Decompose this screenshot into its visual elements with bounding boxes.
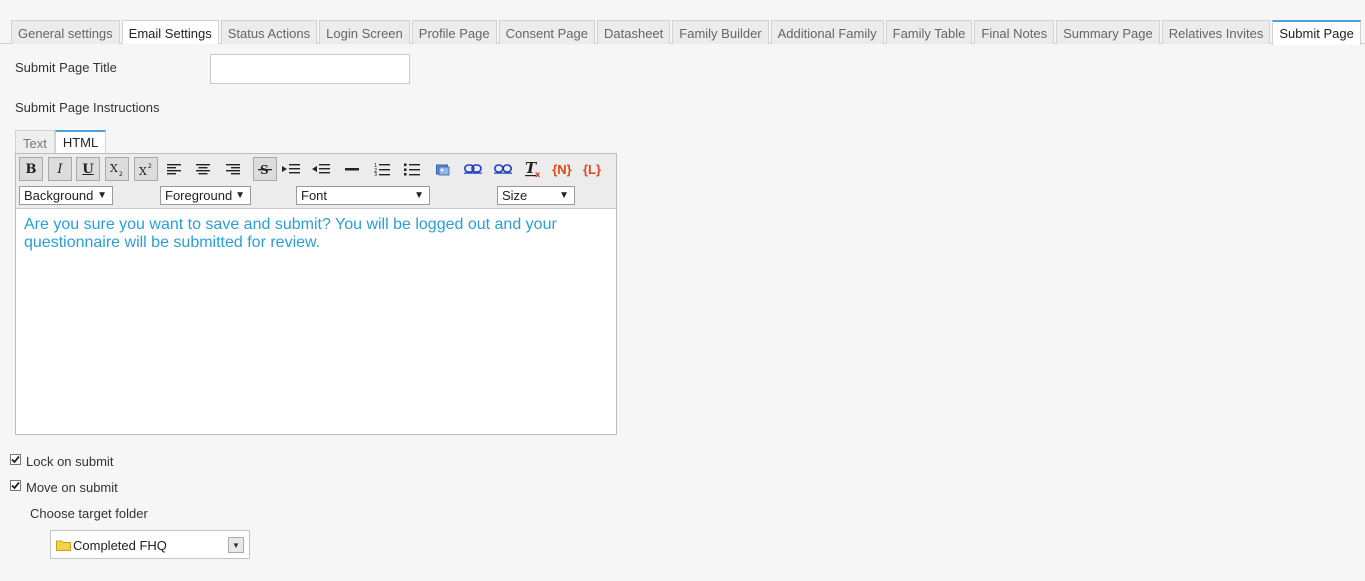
svg-text:2: 2 [119,171,123,177]
checkmark-icon [11,481,20,490]
image-icon [436,164,450,175]
font-dropdown-label: Font [301,188,328,203]
tab-consent-page[interactable]: Consent Page [498,20,596,44]
editor-content-area[interactable]: Are you sure you want to save and submit… [24,216,604,252]
clear-formatting-icon: Tx [525,160,541,178]
bold-button[interactable]: B [19,157,43,181]
outdent-icon [312,164,330,174]
font-family-dropdown[interactable]: Font ▼ [296,186,430,205]
unordered-list-button[interactable] [400,157,424,181]
align-left-icon [167,164,181,175]
move-on-submit-checkbox[interactable] [10,480,21,491]
svg-text:X: X [139,165,147,177]
insert-image-button[interactable] [431,157,455,181]
background-dropdown-label: Background [24,188,94,203]
svg-text:3: 3 [374,172,377,176]
align-right-button[interactable] [221,157,245,181]
indent-button[interactable] [279,157,303,181]
tab-status-actions[interactable]: Status Actions [220,20,318,44]
superscript-button[interactable]: X2 [134,157,158,181]
target-folder-value: Completed FHQ [73,538,167,553]
outdent-button[interactable] [309,157,333,181]
horizontal-rule-button[interactable] [340,157,364,181]
checkmark-icon [11,455,20,464]
folder-icon [56,540,71,551]
lock-on-submit-label: Lock on submit [26,454,114,469]
strikethrough-icon: S [258,163,272,177]
tabs-container: General settings Email Settings Status A… [11,20,1363,45]
tab-family-builder[interactable]: Family Builder [672,20,769,44]
target-folder-select[interactable]: Completed FHQ ▼ [50,530,250,559]
svg-text:2: 2 [148,163,152,170]
submit-page-title-label: Submit Page Title [15,60,117,75]
insert-link-button[interactable] [461,157,485,181]
ordered-list-button[interactable]: 123 [370,157,394,181]
unlink-button[interactable] [491,157,515,181]
ordered-list-icon: 123 [374,163,390,176]
font-size-dropdown[interactable]: Size ▼ [497,186,575,205]
horizontal-rule-icon [345,168,359,171]
settings-tab-bar: General settings Email Settings Status A… [0,0,1365,45]
tab-profile-page[interactable]: Profile Page [411,20,497,44]
tab-submit-page[interactable]: Submit Page [1272,20,1361,45]
unordered-list-icon [404,163,420,176]
dropdown-arrow-icon: ▼ [97,190,107,201]
submit-page-instructions-label: Submit Page Instructions [15,100,160,115]
tab-additional-family[interactable]: Additional Family [770,20,884,44]
tab-summary-page[interactable]: Summary Page [1056,20,1160,44]
superscript-icon: X2 [139,163,152,177]
tab-login-screen[interactable]: Login Screen [319,20,410,44]
italic-button[interactable]: I [48,157,72,181]
editor-toolbar: B I U X2 X2 S 123 T x {N} {L} Background… [16,154,616,209]
background-color-dropdown[interactable]: Background ▼ [19,186,113,205]
link-icon [464,164,482,174]
tab-email-settings[interactable]: Email Settings [121,20,219,44]
underline-button[interactable]: U [76,157,100,181]
tab-final-notes[interactable]: Final Notes [974,20,1055,44]
size-dropdown-label: Size [502,188,528,203]
svg-text:X: X [110,162,118,175]
align-right-icon [226,164,240,175]
move-on-submit-label: Move on submit [26,480,118,495]
dropdown-arrow-icon: ▼ [414,190,424,201]
strikethrough-button[interactable]: S [253,157,277,181]
indent-icon [282,164,300,174]
foreground-dropdown-label: Foreground [165,188,233,203]
tab-general-settings[interactable]: General settings [11,20,120,44]
choose-target-folder-label: Choose target folder [30,506,148,521]
insert-link-field-button[interactable]: {L} [579,157,605,181]
subscript-button[interactable]: X2 [105,157,129,181]
clear-formatting-button[interactable]: Tx [521,157,545,181]
tab-datasheet[interactable]: Datasheet [597,20,671,44]
svg-text:x: x [535,170,541,178]
tab-relatives-invites[interactable]: Relatives Invites [1161,20,1271,44]
editor-mode-tabs: Text HTML [15,130,107,154]
rich-text-editor: B I U X2 X2 S 123 T x {N} {L} Background… [15,153,617,435]
insert-name-field-button[interactable]: {N} [549,157,575,181]
submit-page-title-input[interactable] [210,54,410,84]
align-center-icon [196,164,210,175]
dropdown-arrow-icon: ▼ [235,190,245,201]
tab-family-table[interactable]: Family Table [885,20,973,44]
align-center-button[interactable] [191,157,215,181]
mode-tab-text[interactable]: Text [15,130,55,154]
align-left-button[interactable] [162,157,186,181]
foreground-color-dropdown[interactable]: Foreground ▼ [160,186,251,205]
mode-tab-html[interactable]: HTML [54,130,107,154]
lock-on-submit-checkbox[interactable] [10,454,21,465]
subscript-icon: X2 [110,162,123,177]
dropdown-arrow-icon: ▼ [559,190,569,201]
chevron-down-icon[interactable]: ▼ [228,537,244,553]
unlink-icon [494,164,512,174]
